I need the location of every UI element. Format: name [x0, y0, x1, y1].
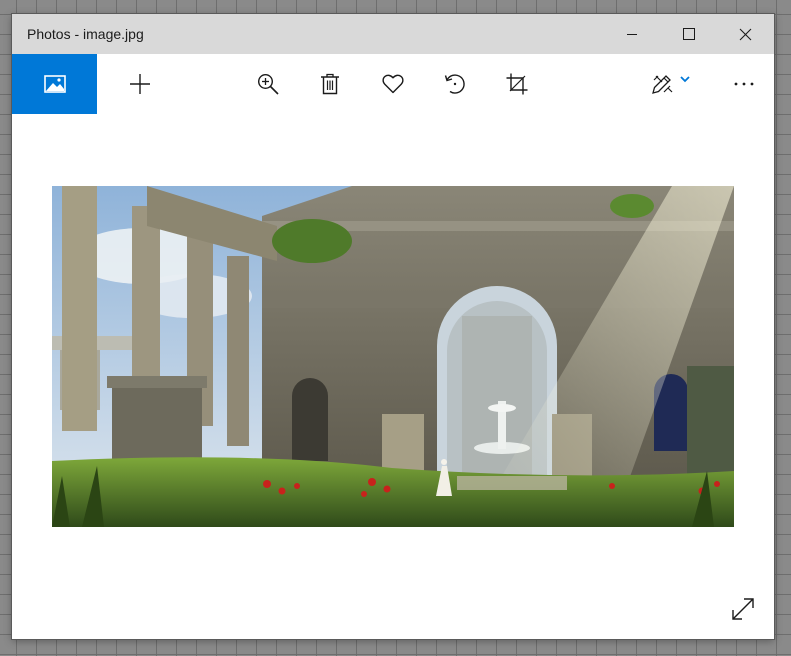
crop-button[interactable]	[487, 54, 547, 114]
more-icon	[734, 82, 754, 86]
crop-icon	[506, 73, 528, 95]
chevron-down-icon	[680, 76, 690, 83]
window-title: Photos - image.jpg	[27, 26, 144, 42]
zoom-button[interactable]	[238, 54, 298, 114]
title-bar[interactable]: Photos - image.jpg	[12, 14, 774, 54]
edit-create-icon	[652, 75, 673, 94]
toolbar	[12, 54, 774, 114]
minimize-button[interactable]	[603, 14, 660, 54]
trash-icon	[321, 73, 339, 95]
heart-icon	[382, 74, 404, 94]
rotate-button[interactable]	[425, 54, 485, 114]
full-screen-button[interactable]	[728, 594, 758, 624]
photo-ruins-illustration	[52, 186, 734, 527]
close-icon	[739, 28, 752, 40]
favorite-button[interactable]	[363, 54, 423, 114]
expand-icon	[732, 598, 754, 620]
plus-icon	[130, 74, 150, 94]
close-button[interactable]	[717, 14, 774, 54]
maximize-button[interactable]	[660, 14, 717, 54]
image-icon	[43, 75, 66, 93]
delete-button[interactable]	[300, 54, 360, 114]
add-button[interactable]	[110, 54, 170, 114]
maximize-icon	[682, 28, 695, 40]
photos-window: Photos - image.jpg	[12, 14, 774, 639]
rotate-icon	[444, 74, 465, 94]
more-button[interactable]	[714, 54, 774, 114]
minimize-icon	[626, 34, 637, 35]
edit-create-button[interactable]	[634, 54, 704, 114]
view-image-button[interactable]	[12, 54, 97, 114]
zoom-in-icon	[257, 73, 279, 95]
photo-canvas[interactable]	[52, 186, 734, 527]
